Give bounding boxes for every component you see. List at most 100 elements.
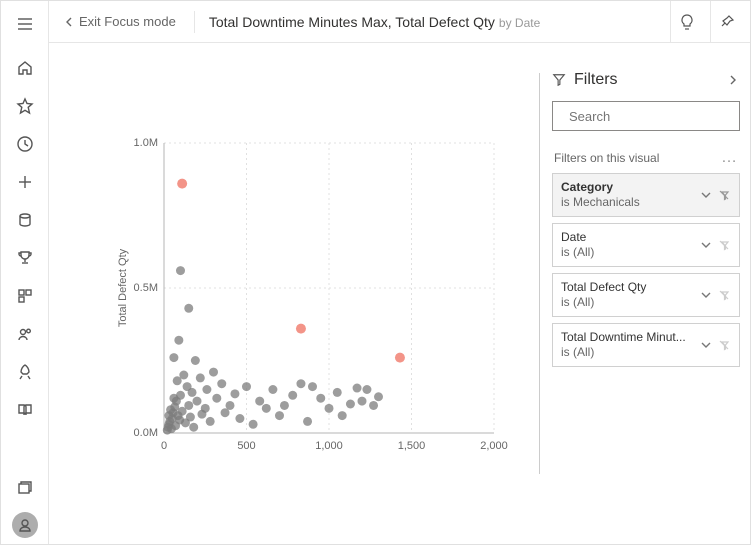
clear-filter-icon[interactable] bbox=[717, 238, 731, 252]
filter-card-category[interactable]: Category is Mechanicals bbox=[552, 173, 740, 217]
data-point[interactable] bbox=[188, 388, 197, 397]
filter-card-name: Date bbox=[561, 230, 693, 245]
content-row: 0.0M 0.5M 1.0M 0 500 1,000 1,500 2,000 T… bbox=[49, 43, 750, 544]
favorites-star-icon[interactable] bbox=[5, 87, 45, 125]
data-point[interactable] bbox=[176, 391, 185, 400]
data-point[interactable] bbox=[249, 420, 258, 429]
data-point[interactable] bbox=[202, 385, 211, 394]
data-point[interactable] bbox=[395, 353, 405, 363]
filter-search-input[interactable] bbox=[569, 109, 745, 124]
filter-card-value: is (All) bbox=[561, 345, 693, 360]
learn-book-icon[interactable] bbox=[5, 391, 45, 429]
filters-section-header: Filters on this visual … bbox=[552, 145, 740, 173]
filter-card-name: Category bbox=[561, 180, 693, 195]
data-point[interactable] bbox=[206, 417, 215, 426]
data-point[interactable] bbox=[184, 401, 193, 410]
data-point[interactable] bbox=[353, 384, 362, 393]
y-axis-label: Total Defect Qty bbox=[117, 248, 129, 327]
data-point[interactable] bbox=[212, 394, 221, 403]
data-point[interactable] bbox=[235, 414, 244, 423]
filter-search-box[interactable] bbox=[552, 101, 740, 131]
hamburger-menu-button[interactable] bbox=[5, 5, 45, 43]
chevron-down-icon[interactable] bbox=[699, 288, 713, 302]
data-point[interactable] bbox=[374, 392, 383, 401]
filter-card-value: is Mechanicals bbox=[561, 195, 693, 210]
data-point[interactable] bbox=[296, 324, 306, 334]
data-point[interactable] bbox=[268, 385, 277, 394]
pin-icon[interactable] bbox=[710, 1, 742, 42]
data-point[interactable] bbox=[193, 397, 202, 406]
left-nav-rail bbox=[1, 1, 49, 544]
x-tick-0: 0 bbox=[161, 440, 167, 452]
data-point[interactable] bbox=[230, 389, 239, 398]
datasets-cylinder-icon[interactable] bbox=[5, 201, 45, 239]
app-window: Exit Focus mode Total Downtime Minutes M… bbox=[0, 0, 751, 545]
filter-card-value: is (All) bbox=[561, 245, 693, 260]
data-point[interactable] bbox=[174, 336, 183, 345]
filter-card-name: Total Defect Qty bbox=[561, 280, 693, 295]
chevron-left-icon bbox=[63, 16, 75, 28]
deployment-rocket-icon[interactable] bbox=[5, 353, 45, 391]
filter-card-downtime[interactable]: Total Downtime Minut... is (All) bbox=[552, 323, 740, 367]
filters-section-more-icon[interactable]: … bbox=[721, 149, 738, 167]
exit-focus-mode-button[interactable]: Exit Focus mode bbox=[57, 10, 182, 33]
data-point[interactable] bbox=[358, 397, 367, 406]
x-tick-2: 1,000 bbox=[315, 440, 343, 452]
data-point[interactable] bbox=[316, 394, 325, 403]
data-points bbox=[163, 179, 405, 435]
filters-pane-header: Filters bbox=[552, 51, 740, 101]
data-point[interactable] bbox=[255, 397, 264, 406]
data-point[interactable] bbox=[275, 411, 284, 420]
data-point[interactable] bbox=[308, 382, 317, 391]
chevron-down-icon[interactable] bbox=[699, 238, 713, 252]
account-avatar-button[interactable] bbox=[5, 506, 45, 544]
filter-card-name: Total Downtime Minut... bbox=[561, 330, 693, 345]
exit-focus-label: Exit Focus mode bbox=[79, 14, 176, 29]
data-point[interactable] bbox=[362, 385, 371, 394]
data-point[interactable] bbox=[177, 179, 187, 189]
data-point[interactable] bbox=[280, 401, 289, 410]
data-point[interactable] bbox=[184, 304, 193, 313]
data-point[interactable] bbox=[176, 266, 185, 275]
apps-grid-icon[interactable] bbox=[5, 277, 45, 315]
chevron-down-icon[interactable] bbox=[699, 188, 713, 202]
data-point[interactable] bbox=[325, 404, 334, 413]
x-tick-1: 500 bbox=[237, 440, 255, 452]
data-point[interactable] bbox=[242, 382, 251, 391]
filter-card-defect-qty[interactable]: Total Defect Qty is (All) bbox=[552, 273, 740, 317]
home-icon[interactable] bbox=[5, 49, 45, 87]
data-point[interactable] bbox=[346, 400, 355, 409]
data-point[interactable] bbox=[191, 356, 200, 365]
add-plus-icon[interactable] bbox=[5, 163, 45, 201]
data-point[interactable] bbox=[189, 423, 198, 432]
data-point[interactable] bbox=[209, 368, 218, 377]
goals-trophy-icon[interactable] bbox=[5, 239, 45, 277]
recent-clock-icon[interactable] bbox=[5, 125, 45, 163]
data-point[interactable] bbox=[303, 417, 312, 426]
clear-filter-icon[interactable] bbox=[717, 288, 731, 302]
clear-filter-icon[interactable] bbox=[717, 188, 731, 202]
data-point[interactable] bbox=[288, 391, 297, 400]
idea-lightbulb-icon[interactable] bbox=[670, 1, 702, 42]
x-tick-3: 1,500 bbox=[398, 440, 426, 452]
filter-card-date[interactable]: Date is (All) bbox=[552, 223, 740, 267]
data-point[interactable] bbox=[201, 404, 210, 413]
data-point[interactable] bbox=[186, 413, 195, 422]
workspaces-stack-icon[interactable] bbox=[5, 468, 45, 506]
data-point[interactable] bbox=[296, 379, 305, 388]
data-point[interactable] bbox=[217, 379, 226, 388]
expand-chevron-right-icon[interactable] bbox=[726, 73, 740, 87]
data-point[interactable] bbox=[369, 401, 378, 410]
y-tick-1: 0.5M bbox=[134, 282, 158, 294]
clear-filter-icon[interactable] bbox=[717, 338, 731, 352]
data-point[interactable] bbox=[196, 373, 205, 382]
chevron-down-icon[interactable] bbox=[699, 338, 713, 352]
data-point[interactable] bbox=[179, 371, 188, 380]
visual-title-main: Total Downtime Minutes Max, Total Defect… bbox=[209, 14, 495, 30]
data-point[interactable] bbox=[226, 401, 235, 410]
data-point[interactable] bbox=[338, 411, 347, 420]
data-point[interactable] bbox=[262, 404, 271, 413]
shared-people-icon[interactable] bbox=[5, 315, 45, 353]
data-point[interactable] bbox=[169, 353, 178, 362]
data-point[interactable] bbox=[333, 388, 342, 397]
